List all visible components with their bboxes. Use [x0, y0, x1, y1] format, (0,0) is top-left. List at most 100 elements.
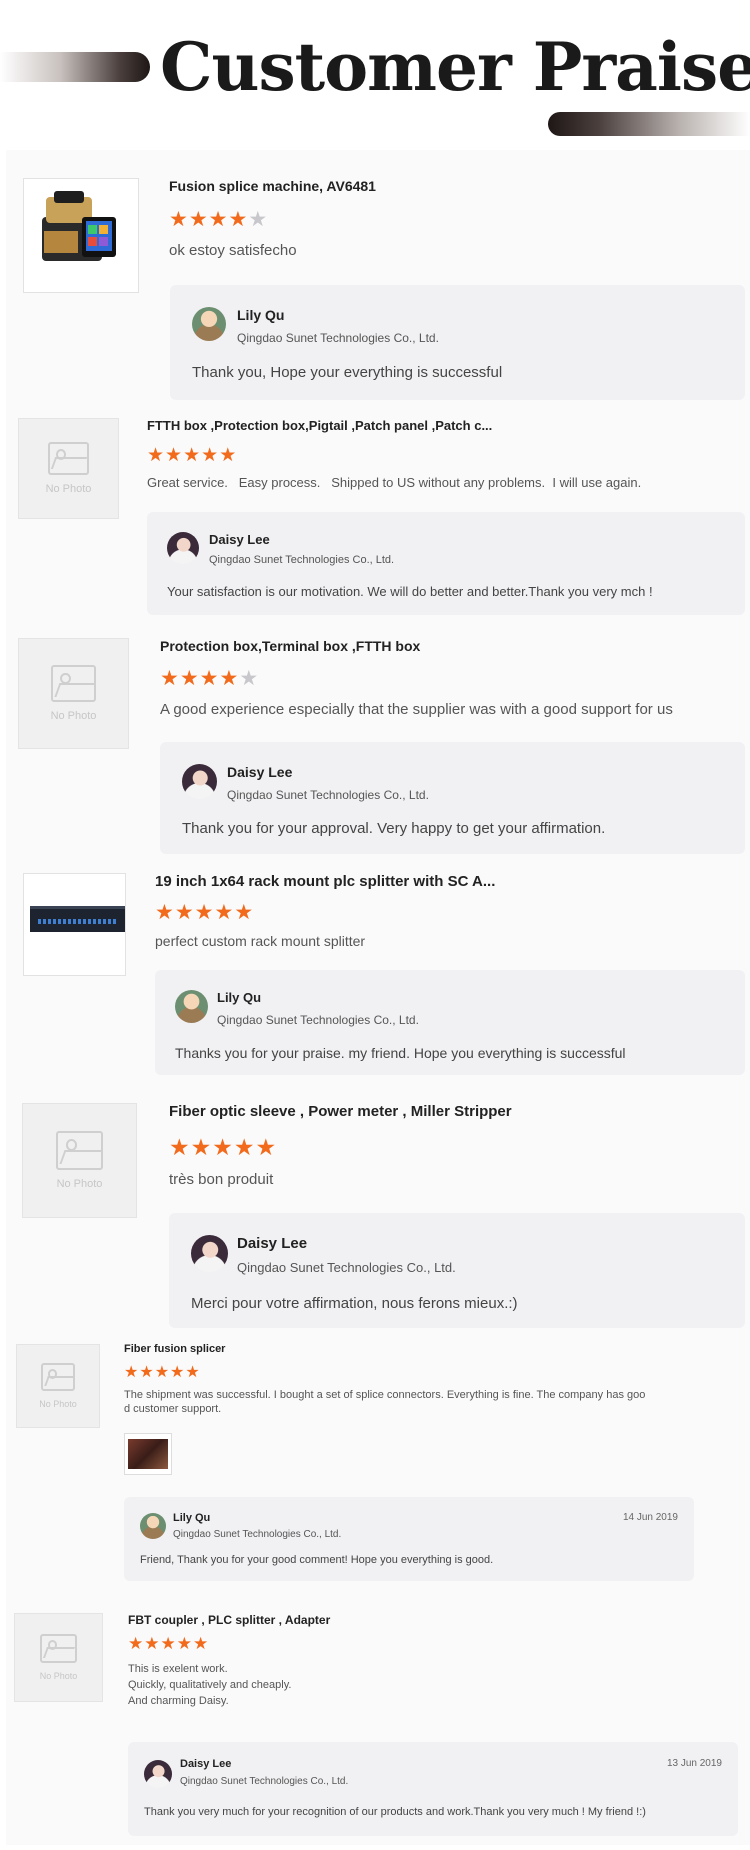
seller-reply: Lily Qu Qingdao Sunet Technologies Co., … [170, 285, 745, 400]
product-title[interactable]: 19 inch 1x64 rack mount plc splitter wit… [155, 873, 495, 890]
star-icon: ★ [248, 208, 269, 231]
image-placeholder-icon [50, 664, 97, 703]
seller-reply: Daisy Lee Qingdao Sunet Technologies Co.… [160, 742, 745, 854]
avatar [140, 1513, 166, 1539]
star-icon: ★ [194, 901, 215, 924]
reply-text: Thank you, Hope your everything is succe… [192, 364, 503, 381]
seller-reply: Lily Qu Qingdao Sunet Technologies Co., … [124, 1497, 694, 1581]
star-icon: ★ [155, 901, 175, 924]
reply-company: Qingdao Sunet Technologies Co., Ltd. [180, 1776, 349, 1787]
review-comment: Great service. Easy process. Shipped to … [147, 475, 642, 490]
star-icon: ★ [199, 667, 220, 690]
product-thumbnail[interactable]: No Photo [18, 638, 129, 749]
reply-company: Qingdao Sunet Technologies Co., Ltd. [237, 331, 439, 345]
no-photo-placeholder: No Photo [19, 419, 118, 518]
avatar [191, 1235, 228, 1272]
no-photo-placeholder: No Photo [23, 1104, 136, 1217]
product-thumbnail[interactable]: No Photo [16, 1344, 100, 1428]
avatar [192, 307, 226, 341]
avatar [144, 1760, 172, 1788]
reply-date: 14 Jun 2019 [622, 1512, 678, 1523]
reply-text: Thank you for your approval. Very happy … [182, 820, 606, 837]
star-icon: ★ [214, 901, 235, 924]
star-icon: ★ [183, 445, 202, 466]
product-thumbnail[interactable]: No Photo [22, 1103, 137, 1218]
reply-text: Your satisfaction is our motivation. We … [167, 584, 653, 599]
review-comment: The shipment was successful. I bought a … [124, 1389, 646, 1401]
reply-company: Qingdao Sunet Technologies Co., Ltd. [217, 1013, 419, 1027]
product-title[interactable]: FTTH box ,Protection box,Pigtail ,Patch … [147, 418, 492, 433]
star-icon: ★ [128, 1634, 145, 1653]
star-icon: ★ [188, 208, 209, 231]
star-rating: ★★★★★ [155, 900, 254, 925]
star-icon: ★ [201, 445, 220, 466]
star-icon: ★ [139, 1364, 155, 1381]
star-icon: ★ [228, 208, 249, 231]
avatar [175, 990, 208, 1023]
image-placeholder-icon [40, 1363, 76, 1391]
star-icon: ★ [219, 445, 238, 466]
product-title[interactable]: Fiber optic sleeve , Power meter , Mille… [169, 1103, 512, 1120]
product-title[interactable]: Protection box,Terminal box ,FTTH box [160, 638, 420, 654]
star-icon: ★ [190, 1134, 213, 1160]
no-photo-label: No Photo [45, 483, 92, 496]
star-icon: ★ [212, 1134, 234, 1160]
product-title[interactable]: Fiber fusion splicer [124, 1343, 225, 1355]
reply-author-name: Daisy Lee [227, 764, 293, 780]
star-icon: ★ [160, 667, 180, 690]
no-photo-label: No Photo [56, 1177, 103, 1190]
review-comment-continued: d customer support. [124, 1403, 222, 1415]
star-rating: ★★★★★ [169, 207, 268, 232]
rack-splitter-image [30, 906, 125, 932]
fusion-splicer-image [42, 191, 116, 261]
product-thumbnail[interactable]: No Photo [14, 1613, 103, 1702]
header-banner: Customer Praise [0, 0, 750, 145]
avatar [182, 764, 217, 799]
reply-author-name: Daisy Lee [180, 1758, 232, 1770]
star-icon: ★ [170, 1364, 186, 1381]
attachment-image [128, 1439, 168, 1469]
product-title[interactable]: Fusion splice machine, AV6481 [169, 178, 376, 194]
seller-reply: Daisy Lee Qingdao Sunet Technologies Co.… [128, 1742, 738, 1836]
star-icon: ★ [193, 1634, 210, 1653]
reply-text: Merci pour votre affirmation, nous feron… [191, 1295, 518, 1312]
review-comment: A good experience especially that the su… [160, 701, 673, 718]
review-comment: ok estoy satisfecho [169, 242, 297, 259]
reply-company: Qingdao Sunet Technologies Co., Ltd. [209, 554, 395, 566]
reply-company: Qingdao Sunet Technologies Co., Ltd. [173, 1529, 342, 1540]
no-photo-placeholder: No Photo [15, 1614, 102, 1701]
product-thumbnail[interactable]: No Photo [18, 418, 119, 519]
page-title: Customer Praise [160, 28, 750, 106]
star-icon: ★ [239, 667, 260, 690]
product-title[interactable]: FBT coupler , PLC splitter , Adapter [128, 1613, 330, 1627]
star-rating: ★★★★★ [169, 1134, 277, 1161]
review-comment-continued: Quickly, qualitatively and cheaply. [128, 1679, 292, 1691]
image-placeholder-icon [40, 1633, 77, 1664]
star-icon: ★ [174, 901, 195, 924]
star-rating: ★★★★★ [128, 1634, 209, 1654]
no-photo-label: No Photo [39, 1671, 78, 1682]
image-placeholder-icon [47, 441, 90, 476]
decorative-bar-left [0, 52, 150, 82]
seller-reply: Lily Qu Qingdao Sunet Technologies Co., … [155, 970, 745, 1075]
star-icon: ★ [179, 667, 200, 690]
star-icon: ★ [124, 1364, 140, 1381]
star-icon: ★ [208, 208, 229, 231]
reply-date: 13 Jun 2019 [666, 1758, 722, 1769]
star-icon: ★ [234, 901, 255, 924]
reply-author-name: Daisy Lee [209, 532, 270, 547]
reply-text: Thank you very much for your recognition… [144, 1806, 646, 1818]
reply-company: Qingdao Sunet Technologies Co., Ltd. [227, 788, 429, 802]
star-rating: ★★★★★ [160, 666, 259, 691]
product-thumbnail[interactable] [23, 178, 139, 293]
product-thumbnail[interactable] [23, 873, 126, 976]
star-icon: ★ [169, 1134, 191, 1160]
reply-author-name: Daisy Lee [237, 1235, 308, 1252]
review-comment: perfect custom rack mount splitter [155, 933, 366, 949]
star-icon: ★ [176, 1634, 193, 1653]
star-rating: ★★★★★ [147, 444, 237, 467]
no-photo-label: No Photo [50, 710, 97, 723]
star-icon: ★ [165, 445, 184, 466]
star-icon: ★ [154, 1364, 171, 1381]
review-attachment-thumbnail[interactable] [124, 1433, 172, 1475]
